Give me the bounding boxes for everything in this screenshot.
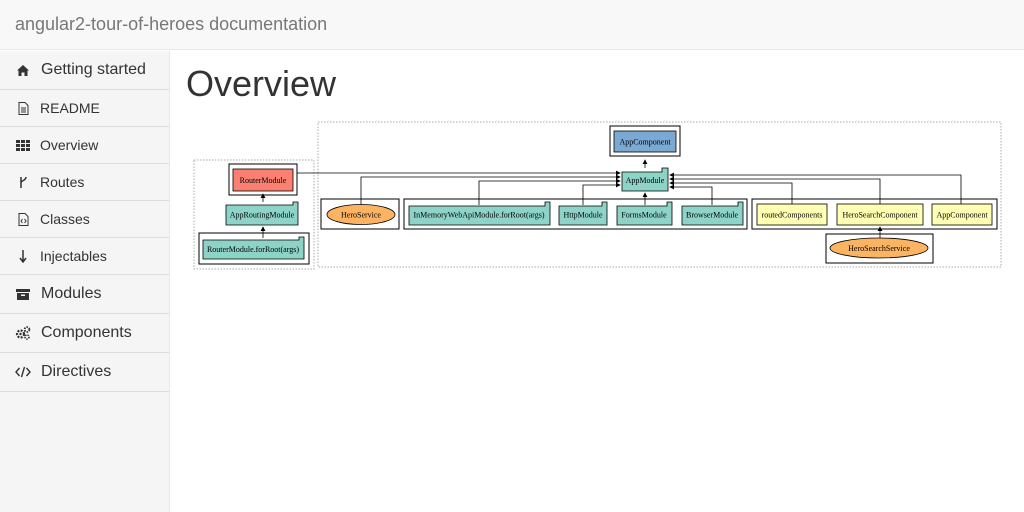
node-label: HttpModule (563, 211, 603, 220)
node-app-routing-module[interactable]: AppRoutingModule (225, 201, 299, 226)
node-label: BrowserModule (686, 211, 738, 220)
node-label: routedComponents (762, 211, 823, 220)
node-label: HeroSearchComponent (842, 211, 918, 220)
dependency-graph: AppComponent RouterModule AppRoutingModu… (193, 121, 1002, 270)
node-label: RouterModule.forRoot(args) (207, 245, 299, 254)
node-label: AppRoutingModule (230, 211, 295, 220)
node-label: AppModule (626, 176, 665, 185)
node-app-module[interactable]: AppModule (621, 167, 669, 192)
node-router-module[interactable]: RouterModule (232, 168, 294, 192)
node-label: AppComponent (619, 138, 671, 147)
node-label: HeroService (341, 211, 381, 220)
node-label: HeroSearchService (848, 244, 910, 253)
node-routed-components[interactable]: routedComponents (756, 203, 828, 226)
node-forms-module[interactable]: FormsModule (616, 201, 673, 226)
node-label: FormsModule (621, 211, 667, 220)
node-label: AppComponent (936, 211, 988, 220)
node-hero-search-component[interactable]: HeroSearchComponent (836, 203, 924, 226)
node-router-for-root[interactable]: RouterModule.forRoot(args) (202, 236, 305, 260)
node-app-component[interactable]: AppComponent (931, 203, 993, 226)
node-browser-module[interactable]: BrowserModule (681, 201, 744, 226)
node-app-component-top[interactable]: AppComponent (613, 130, 677, 153)
graph-edges (260, 159, 962, 240)
node-label: RouterModule (240, 176, 287, 185)
node-label: InMemoryWebApiModule.forRoot(args) (414, 211, 545, 220)
node-hero-service[interactable]: HeroService (326, 204, 396, 225)
node-in-memory-web-api[interactable]: InMemoryWebApiModule.forRoot(args) (408, 201, 551, 226)
node-http-module[interactable]: HttpModule (558, 201, 608, 226)
node-hero-search-service[interactable]: HeroSearchService (829, 237, 929, 259)
